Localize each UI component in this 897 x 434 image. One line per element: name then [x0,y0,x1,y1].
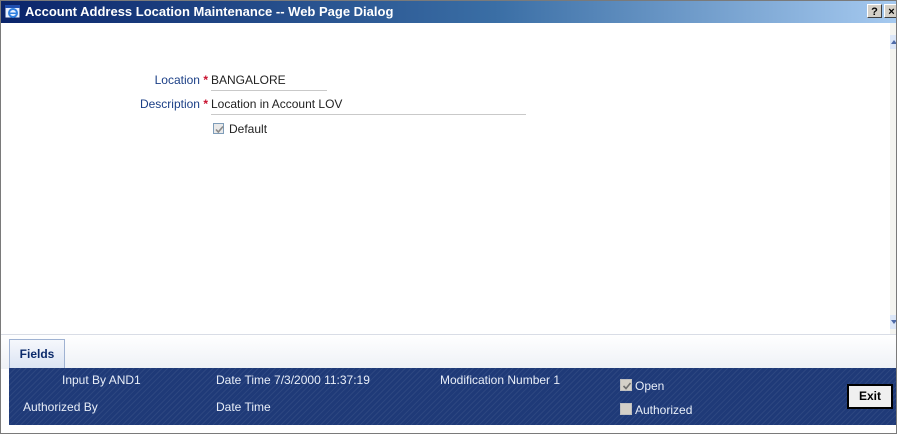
location-required-marker: * [203,73,208,87]
close-button[interactable]: × [884,4,896,18]
open-label: Open [635,379,665,393]
location-field[interactable]: BANGALORE [211,73,286,87]
audit-panel: Input By AND1 Date Time 7/3/2000 11:37:1… [9,368,896,425]
scroll-down-icon[interactable] [890,315,896,329]
description-label: Description [139,97,200,111]
scroll-up-icon[interactable] [890,35,896,49]
date-time-label: Date Time [216,373,271,387]
checkmark-icon [622,382,632,390]
authorized-checkbox [620,403,632,415]
modification-number-row: Modification Number 1 [440,373,560,387]
description-field[interactable]: Location in Account LOV [211,97,342,111]
authorized-date-time-label: Date Time [216,400,271,414]
authorized-label: Authorized [635,403,693,417]
help-icon: ? [871,6,878,18]
dialog-window: Account Address Location Maintenance -- … [0,0,897,434]
authorized-by-label: Authorized By [23,400,98,414]
modification-number-label: Modification Number [440,373,551,387]
form-area: Location * BANGALORE Description * Locat… [1,23,890,334]
input-by-value: AND1 [108,373,141,387]
title-bar[interactable]: Account Address Location Maintenance -- … [1,1,896,23]
tab-bar: Fields [1,334,896,369]
input-by-label: Input By [62,373,107,387]
date-time-value: 7/3/2000 11:37:19 [274,373,370,387]
default-label: Default [229,122,268,136]
ie-window-icon [4,4,21,19]
checkmark-icon [215,125,224,134]
default-checkbox[interactable] [213,123,224,134]
modification-number-value: 1 [553,373,561,387]
exit-button[interactable]: Exit [847,384,893,409]
date-time-row: Date Time 7/3/2000 11:37:19 [216,373,370,387]
tab-fields[interactable]: Fields [9,339,65,368]
description-label-row: Description * [101,97,208,111]
close-icon: × [888,6,895,18]
location-label: Location [154,73,200,87]
description-required-marker: * [203,97,208,111]
input-by-row: Input By AND1 [62,373,141,387]
description-field-underline [211,114,526,115]
status-strip [1,425,896,433]
location-field-underline [211,90,327,91]
location-label-row: Location * [101,73,208,87]
help-button[interactable]: ? [867,4,882,18]
vertical-scrollbar[interactable] [890,23,896,334]
open-checkbox [620,379,632,391]
window-title: Account Address Location Maintenance -- … [25,4,394,19]
